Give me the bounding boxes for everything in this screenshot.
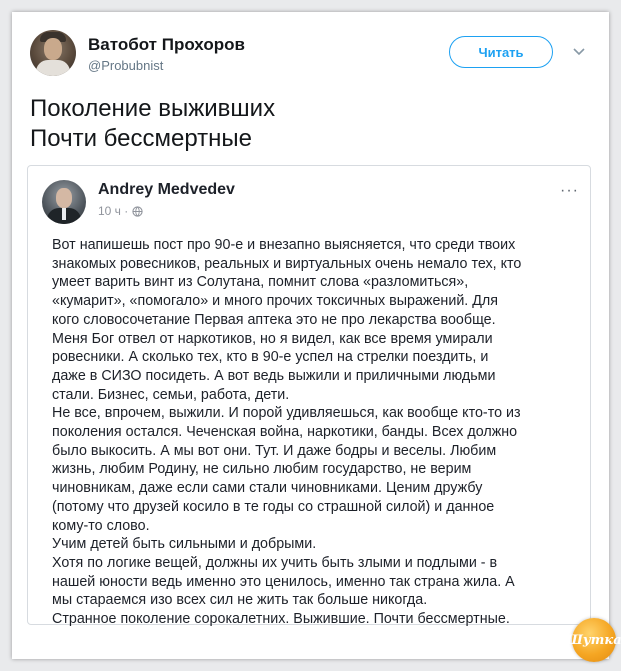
avatar-shirt: [62, 208, 66, 220]
post-body-line: знакомых ровесников, реальных и виртуаль…: [52, 255, 522, 272]
tweet-text: Поколение выживших Почти бессмертные: [30, 94, 275, 154]
post-body-line: жизнь, любим Родину, не сильно любим гос…: [52, 461, 472, 478]
post-body-line: ровесники. А сколько тех, кто в 90-е усп…: [52, 349, 489, 366]
post-body: Вот напишешь пост про 90-е и внезапно вы…: [52, 236, 586, 629]
post-body-line: поколения остался. Чеченская война, нарк…: [52, 424, 518, 441]
post-body-line: стали. Бизнес, семьи, работа, дети.: [52, 386, 290, 403]
post-author-name[interactable]: Andrey Medvedev: [98, 181, 235, 199]
author-handle[interactable]: @Probubnist: [88, 58, 163, 73]
avatar-face: [56, 188, 72, 208]
post-body-line: (потому что друзей косило в те годы со с…: [52, 498, 495, 515]
post-body-line: было выкосить. А мы вот они. Тут. И даже…: [52, 442, 497, 459]
chevron-down-icon[interactable]: [572, 44, 586, 58]
post-body-line: «кумарит», «помогало» и много прочих ток…: [52, 293, 499, 310]
post-body-line: умеет варить винт из Солутана, помнит сл…: [52, 274, 469, 291]
post-body-line: Странное поколение сорокалетних. Выживши…: [52, 611, 510, 628]
tweet-card: Ватобот Прохоров @Probubnist Читать Поко…: [12, 12, 621, 662]
post-body-line: Хотя по логике вещей, должны их учить бы…: [52, 554, 498, 571]
post-body-line: мы стараемся изо всех сил не жить так бо…: [52, 592, 428, 609]
tweet-text-line: Поколение выживших: [30, 95, 276, 122]
avatar-body: [36, 60, 70, 76]
embedded-post: Andrey Medvedev 10 ч · ··· Вот напишешь …: [27, 165, 591, 627]
post-meta: 10 ч ·: [98, 204, 143, 218]
post-body-line: чиновникам, даже если сами стали чиновни…: [52, 480, 483, 497]
post-body-line: Учим детей быть сильными и добрыми.: [52, 536, 317, 553]
globe-icon: [132, 205, 143, 217]
avatar-face: [44, 38, 62, 60]
post-body-line: даже в СИЗО посидеть. А вот ведь выжили …: [52, 367, 496, 384]
post-body-line: нашей юности ведь именно это ценилось, и…: [52, 573, 515, 590]
post-body-line: кого словосочетание Первая аптека это не…: [52, 311, 496, 328]
post-body-line: Меня Бог отвел от наркотиков, но я видел…: [52, 330, 493, 347]
follow-button[interactable]: Читать: [449, 36, 553, 68]
more-options-icon[interactable]: ···: [560, 182, 579, 200]
watermark-logo: Шутка: [566, 618, 621, 662]
author-avatar[interactable]: [30, 30, 76, 76]
author-name[interactable]: Ватобот Прохоров: [88, 35, 245, 55]
post-body-line: Не все, впрочем, выжили. И порой удивляе…: [52, 405, 521, 422]
post-time[interactable]: 10 ч ·: [98, 204, 128, 218]
post-author-avatar[interactable]: [42, 180, 86, 224]
tweet-text-line: Почти бессмертные: [30, 125, 252, 152]
post-body-line: Вот напишешь пост про 90-е и внезапно вы…: [52, 237, 516, 253]
post-body-line: кому-то слово.: [52, 517, 150, 534]
